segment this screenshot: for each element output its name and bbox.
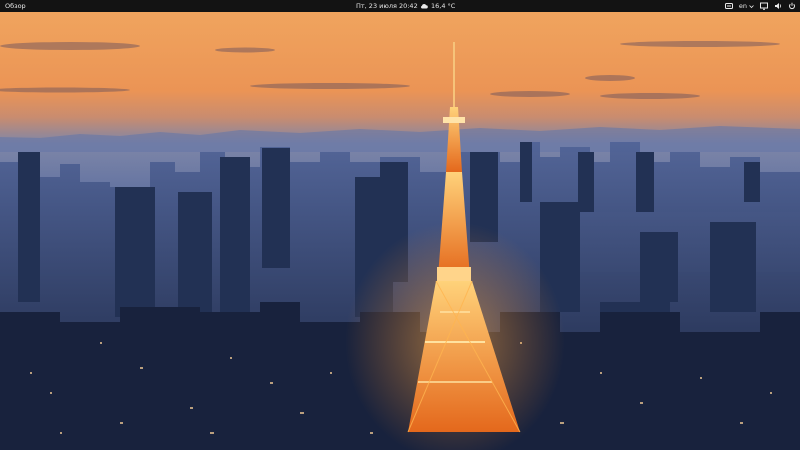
keyboard-layout-menu[interactable]: en (739, 0, 754, 12)
clock-date-menu[interactable]: Пт, 23 июля 20:42 (356, 0, 418, 12)
system-tray: en (724, 0, 796, 12)
weather-indicator[interactable]: 16,4 °C (420, 0, 455, 12)
power-icon[interactable] (788, 2, 796, 10)
keyboard-layout-label: en (738, 2, 747, 10)
cloud-icon (420, 3, 428, 9)
screen-icon[interactable] (760, 2, 768, 10)
weather-temperature: 16,4 °C (431, 2, 456, 10)
volume-icon[interactable] (774, 2, 782, 10)
notification-icon[interactable] (724, 2, 733, 10)
activities-button[interactable]: Обзор (5, 0, 26, 12)
chevron-down-icon (749, 4, 754, 8)
top-panel: Обзор Пт, 23 июля 20:42 16,4 °C en (0, 0, 800, 12)
desktop-wallpaper (0, 12, 800, 450)
